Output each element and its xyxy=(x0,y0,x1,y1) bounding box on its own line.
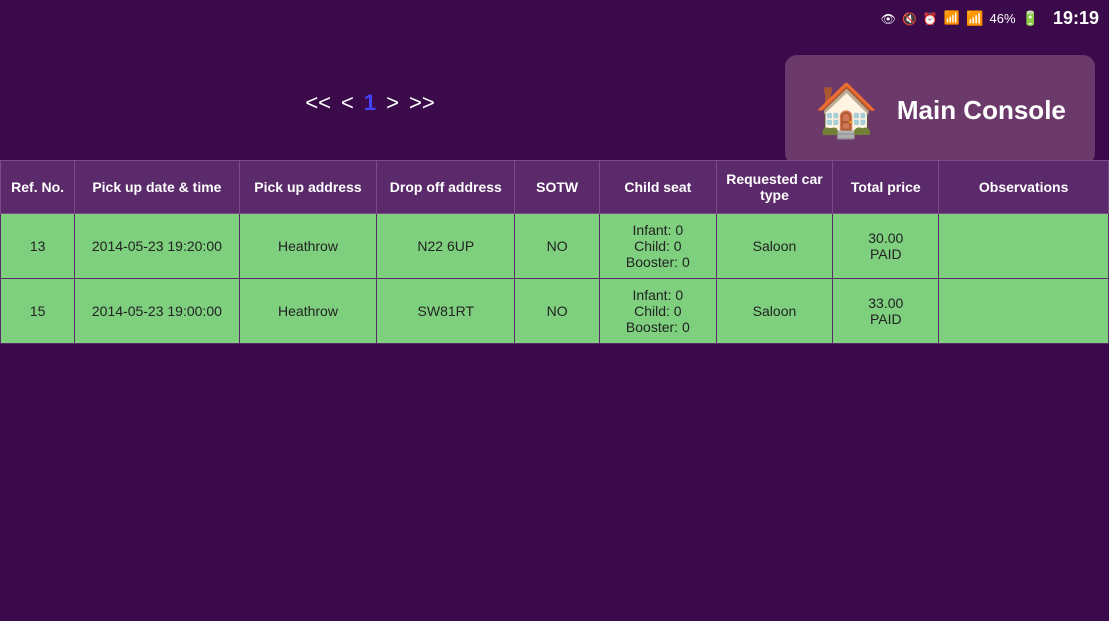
wifi-icon: 📶 xyxy=(944,10,960,26)
next-page-button[interactable]: > xyxy=(386,90,399,116)
cell-pickup-datetime: 2014-05-23 19:20:00 xyxy=(75,214,239,279)
header-observations: Observations xyxy=(939,161,1109,214)
prev-page-button[interactable]: < xyxy=(341,90,354,116)
battery-percent: 46% xyxy=(989,11,1015,26)
header-refno: Ref. No. xyxy=(1,161,75,214)
cell-observations xyxy=(939,279,1109,344)
cell-dropoff-address: SW81RT xyxy=(377,279,515,344)
cell-sotw: NO xyxy=(515,214,600,279)
header-child-seat: Child seat xyxy=(600,161,717,214)
cell-pickup-address: Heathrow xyxy=(239,214,377,279)
header-dropoff-address: Drop off address xyxy=(377,161,515,214)
last-page-button[interactable]: >> xyxy=(409,90,435,116)
header-car-type: Requested car type xyxy=(716,161,833,214)
cell-dropoff-address: N22 6UP xyxy=(377,214,515,279)
cell-child-seat: Infant: 0 Child: 0 Booster: 0 xyxy=(600,214,717,279)
cell-sotw: NO xyxy=(515,279,600,344)
clock-time: 19:19 xyxy=(1053,8,1099,29)
pagination: << < 1 > >> xyxy=(0,90,740,116)
eye-icon xyxy=(881,11,896,26)
cell-car-type: Saloon xyxy=(716,214,833,279)
first-page-button[interactable]: << xyxy=(305,90,331,116)
bookings-table: Ref. No. Pick up date & time Pick up add… xyxy=(0,160,1109,344)
alarm-icon xyxy=(923,11,938,26)
header-pickup-datetime: Pick up date & time xyxy=(75,161,239,214)
header-sotw: SOTW xyxy=(515,161,600,214)
house-icon: 🏠 xyxy=(814,80,879,141)
table-row: 132014-05-23 19:20:00HeathrowN22 6UPNOIn… xyxy=(1,214,1109,279)
cell-observations xyxy=(939,214,1109,279)
battery-icon xyxy=(1022,10,1039,27)
header-total-price: Total price xyxy=(833,161,939,214)
mute-icon xyxy=(902,11,917,26)
bookings-table-container: Ref. No. Pick up date & time Pick up add… xyxy=(0,160,1109,621)
table-row: 152014-05-23 19:00:00HeathrowSW81RTNOInf… xyxy=(1,279,1109,344)
main-console-label: Main Console xyxy=(897,95,1066,126)
table-header-row: Ref. No. Pick up date & time Pick up add… xyxy=(1,161,1109,214)
cell-pickup-address: Heathrow xyxy=(239,279,377,344)
main-console-button[interactable]: 🏠 Main Console xyxy=(785,55,1095,165)
status-bar: 📶 46% 19:19 xyxy=(789,0,1109,36)
cell-child-seat: Infant: 0 Child: 0 Booster: 0 xyxy=(600,279,717,344)
cell-refno: 13 xyxy=(1,214,75,279)
signal-icon xyxy=(966,10,983,27)
cell-pickup-datetime: 2014-05-23 19:00:00 xyxy=(75,279,239,344)
cell-refno: 15 xyxy=(1,279,75,344)
cell-total-price: 30.00 PAID xyxy=(833,214,939,279)
cell-car-type: Saloon xyxy=(716,279,833,344)
current-page: 1 xyxy=(364,90,376,116)
header-pickup-address: Pick up address xyxy=(239,161,377,214)
cell-total-price: 33.00 PAID xyxy=(833,279,939,344)
